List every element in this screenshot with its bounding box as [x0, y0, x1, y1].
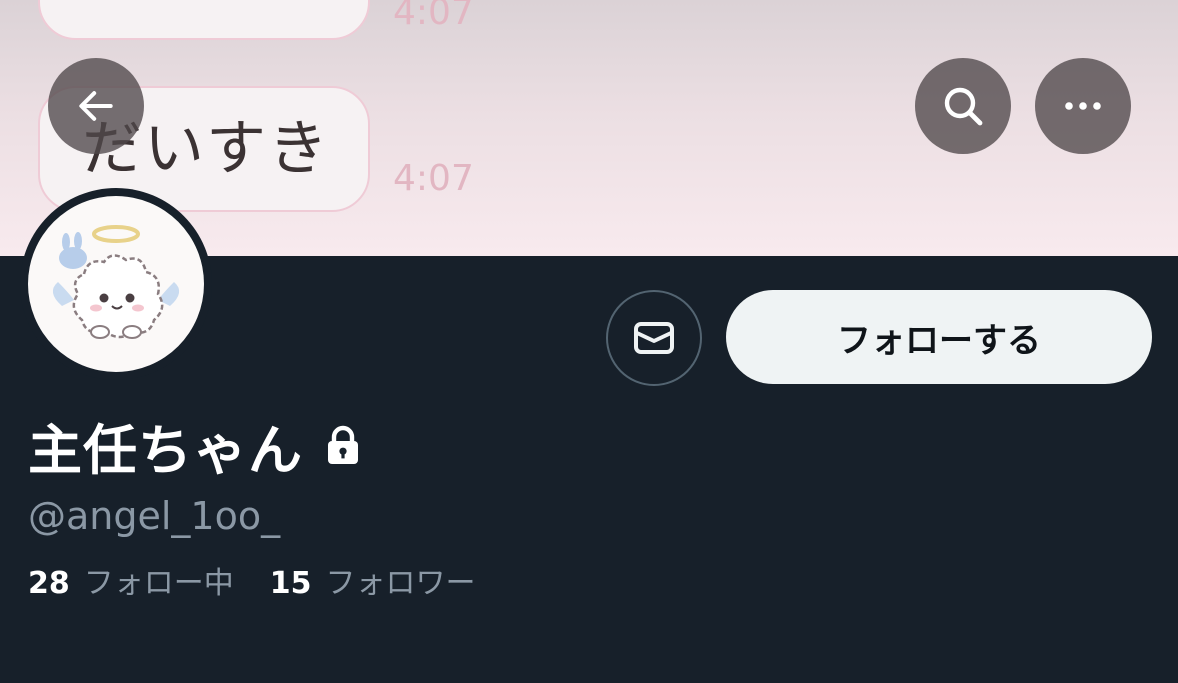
following-label: フォロー中 [83, 566, 234, 601]
chat-bubble-top [38, 0, 370, 40]
search-icon [944, 87, 983, 126]
display-name: 主任ちゃん [28, 418, 303, 482]
followers-count: 15 [269, 566, 312, 601]
avatar[interactable] [28, 196, 204, 372]
message-button[interactable] [606, 290, 702, 386]
chat-timestamp-main: 4:07 [393, 158, 474, 199]
more-button[interactable] [1035, 58, 1131, 154]
chat-timestamp-top: 4:07 [393, 0, 474, 33]
follow-stats: 28 フォロー中 15 フォロワー [28, 558, 476, 602]
followers-stat[interactable]: 15 フォロワー [270, 558, 476, 602]
search-button[interactable] [915, 58, 1011, 154]
angel-character-image [52, 225, 180, 339]
arrow-left-icon [79, 91, 113, 121]
mail-icon [634, 322, 674, 354]
profile-name-row: 主任ちゃん [28, 410, 361, 482]
following-count: 28 [28, 566, 70, 601]
following-stat[interactable]: 28 フォロー中 [28, 558, 234, 602]
follow-button[interactable]: フォローする [726, 290, 1152, 384]
followers-label: フォロワー [325, 566, 476, 601]
lock-icon [325, 424, 361, 466]
user-handle: @angel_1oo_ [28, 494, 281, 538]
back-button[interactable] [48, 58, 144, 154]
profile-page: 4:07 だいすき 4:07 フォローする 主任ちゃん @angel_1oo_ … [0, 0, 1178, 683]
more-horizontal-icon [1065, 102, 1101, 110]
